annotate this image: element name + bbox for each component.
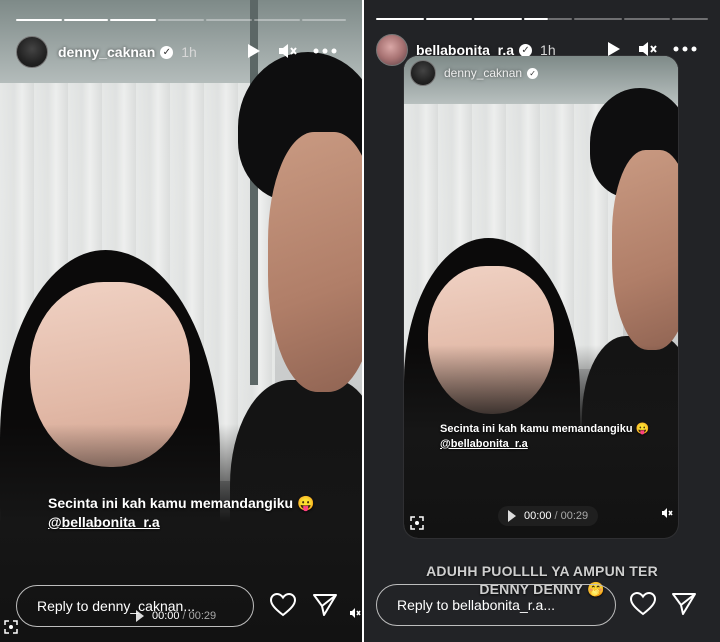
heart-icon[interactable] <box>629 591 657 621</box>
audio-total-time: 00:29 <box>560 510 589 522</box>
reshared-story-card[interactable]: denny_caknan ✓ Secinta ini kah kamu mema… <box>404 56 678 538</box>
story-username[interactable]: denny_caknan <box>58 44 155 60</box>
reshared-username[interactable]: denny_caknan <box>444 66 522 80</box>
story-progress-segment <box>548 18 572 20</box>
story-progress-segment <box>16 19 62 21</box>
left-story-panel: denny_caknan ✓ 1h Secinta ini kah kamu m… <box>0 0 362 642</box>
play-icon[interactable] <box>508 510 516 522</box>
story-progress-segment <box>672 18 708 20</box>
audio-current-time: 00:00 <box>524 510 552 522</box>
story-progress-segment <box>206 19 252 21</box>
story-header: denny_caknan ✓ 1h <box>16 36 197 68</box>
fullscreen-icon[interactable] <box>2 618 20 636</box>
story-progress-segment <box>524 18 548 20</box>
mute-icon[interactable] <box>658 504 676 522</box>
reply-placeholder: Reply to denny_caknan... <box>37 598 195 614</box>
audio-separator: / <box>554 510 558 522</box>
story-progress-segment <box>254 19 300 21</box>
caption-mention[interactable]: @bellabonita_r.a <box>440 437 649 452</box>
reply-placeholder: Reply to bellabonita_r.a... <box>397 597 555 613</box>
comment-line: ADUHH PUOLLLL YA AMPUN TER <box>426 563 658 579</box>
story-caption: Secinta ini kah kamu memandangiku 😛 @bel… <box>48 494 314 532</box>
reshared-story-photo <box>404 56 678 538</box>
story-progress-segment <box>574 18 622 20</box>
mute-icon[interactable] <box>276 40 298 62</box>
audio-player[interactable]: 00:00 / 00:29 <box>498 506 599 526</box>
avatar[interactable] <box>410 60 436 86</box>
story-progress-segment <box>302 19 346 21</box>
caption-text: Secinta ini kah kamu memandangiku 😛 <box>48 495 315 511</box>
heart-icon[interactable] <box>269 592 297 622</box>
caption-mention[interactable]: @bellabonita_r.a <box>48 513 314 532</box>
verified-icon: ✓ <box>527 67 539 79</box>
more-icon[interactable] <box>312 40 338 62</box>
avatar[interactable] <box>16 36 48 68</box>
reply-input[interactable]: Reply to bellabonita_r.a... <box>376 584 616 626</box>
story-progress-segment <box>376 18 424 20</box>
story-progress-segment <box>158 19 204 21</box>
verified-icon: ✓ <box>160 45 174 59</box>
fullscreen-icon[interactable] <box>408 514 426 532</box>
story-progress-segment <box>624 18 670 20</box>
caption-text: Secinta ini kah kamu memandangiku 😛 <box>440 423 650 435</box>
story-progress-segment <box>64 19 108 21</box>
left-story-photo <box>0 0 362 642</box>
verified-icon: ✓ <box>519 43 533 57</box>
send-icon[interactable] <box>313 594 337 621</box>
right-story-panel: bellabonita_r.a ✓ 1h denny_caknan ✓ Seci… <box>364 0 720 642</box>
story-progress-segment <box>474 18 522 20</box>
reply-input[interactable]: Reply to denny_caknan... <box>16 585 254 627</box>
reshared-caption: Secinta ini kah kamu memandangiku 😛 @bel… <box>440 422 649 452</box>
story-progress-segment <box>426 18 472 20</box>
play-icon[interactable] <box>244 40 264 62</box>
story-time: 1h <box>181 44 197 60</box>
send-icon[interactable] <box>672 593 696 620</box>
reshared-header: denny_caknan ✓ <box>410 60 539 86</box>
mute-icon[interactable] <box>348 604 362 622</box>
story-progress-segment <box>110 19 156 21</box>
